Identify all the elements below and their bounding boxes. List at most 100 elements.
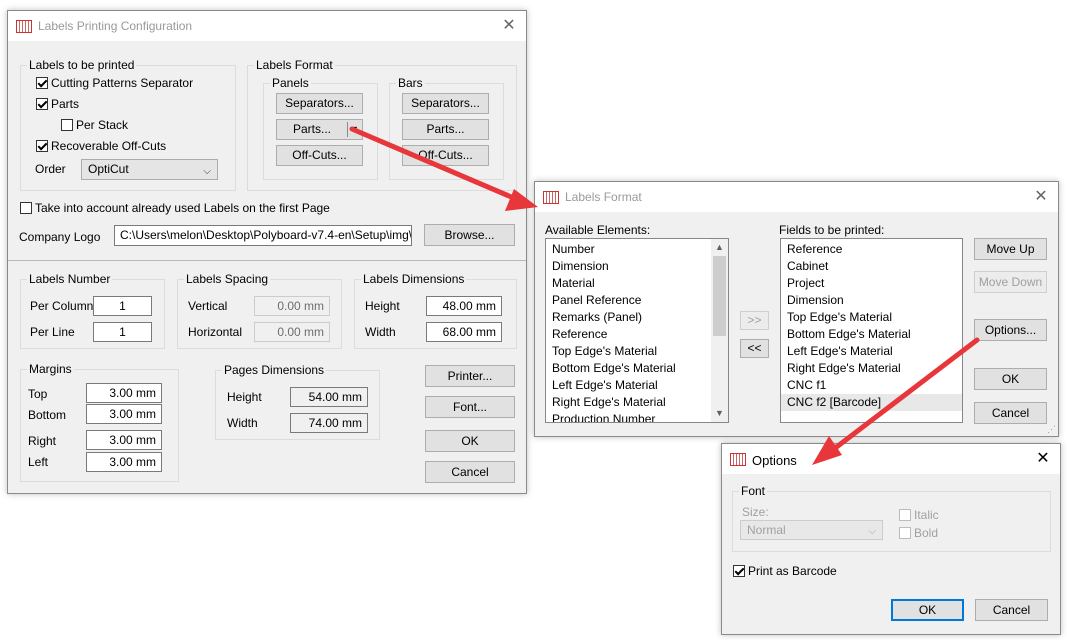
group-label: Labels Dimensions (361, 272, 467, 286)
margin-left-label: Left (28, 455, 49, 469)
fields-to-be-printed-label: Fields to be printed: (779, 223, 885, 237)
per-column-input[interactable]: 1 (93, 296, 152, 316)
size-label: Size: (742, 505, 769, 519)
page-width-label: Width (227, 416, 258, 430)
remove-field-button[interactable]: << (740, 339, 769, 358)
list-item[interactable]: Left Edge's Material (781, 343, 962, 360)
per-line-input[interactable]: 1 (93, 322, 152, 342)
list-item[interactable]: Bottom Edge's Material (546, 360, 711, 377)
size-value: Normal (747, 523, 786, 537)
close-icon[interactable]: ✕ (1032, 448, 1054, 470)
panels-separators-button[interactable]: Separators... (276, 93, 363, 114)
list-item[interactable]: CNC f1 (781, 377, 962, 394)
company-logo-input[interactable]: C:\Users\melon\Desktop\Polyboard-v7.4-en… (114, 225, 412, 246)
cancel-button[interactable]: Cancel (974, 402, 1047, 424)
label-height-input[interactable]: 48.00 mm (426, 296, 502, 316)
list-item[interactable]: Left Edge's Material (546, 377, 711, 394)
list-item[interactable]: Right Edge's Material (781, 360, 962, 377)
group-label: Labels Format (254, 58, 335, 72)
margin-bottom-label: Bottom (28, 408, 67, 422)
close-icon[interactable]: ✕ (1030, 186, 1052, 208)
margin-top-input[interactable]: 3.00 mm (86, 383, 162, 403)
ok-button[interactable]: OK (974, 368, 1047, 390)
cutting-patterns-checkbox[interactable] (36, 77, 48, 89)
size-select[interactable]: Normal ⌵ (740, 520, 883, 540)
bars-separators-button[interactable]: Separators... (402, 93, 489, 114)
margin-bottom-input[interactable]: 3.00 mm (86, 404, 162, 424)
list-item[interactable]: Right Edge's Material (546, 394, 711, 411)
list-item[interactable]: Remarks (Panel) (546, 309, 711, 326)
ok-button[interactable]: OK (891, 599, 964, 621)
label-width-input[interactable]: 68.00 mm (426, 322, 502, 342)
available-elements-list[interactable]: Number Dimension Material Panel Reference Re… (545, 238, 729, 423)
ok-button[interactable]: OK (425, 430, 515, 452)
group-label: Labels Number (27, 272, 113, 286)
bars-parts-button[interactable]: Parts... (402, 119, 489, 140)
add-field-button[interactable]: >> (740, 311, 769, 330)
list-item[interactable]: Cabinet (781, 258, 962, 275)
chevron-down-icon: ⌵ (203, 166, 211, 177)
list-item[interactable]: Dimension (546, 258, 711, 275)
per-stack-checkbox[interactable] (61, 119, 73, 131)
divider (8, 260, 526, 261)
list-item[interactable]: Bottom Edge's Material (781, 326, 962, 343)
page-height-input[interactable]: 54.00 mm (290, 387, 368, 407)
list-item[interactable]: Top Edge's Material (546, 343, 711, 360)
list-item[interactable]: Panel Reference (546, 292, 711, 309)
move-up-button[interactable]: Move Up (974, 238, 1047, 260)
vertical-spacing-input[interactable]: 0.00 mm (254, 296, 330, 316)
list-item[interactable]: Dimension (781, 292, 962, 309)
take-into-account-checkbox[interactable] (20, 202, 32, 214)
options-button[interactable]: Options... (974, 319, 1047, 341)
group-label: Pages Dimensions (222, 363, 327, 377)
available-items: Number Dimension Material Panel Reference Re… (546, 241, 711, 422)
list-item[interactable]: Top Edge's Material (781, 309, 962, 326)
bold-checkbox[interactable] (899, 527, 911, 539)
margin-right-label: Right (28, 434, 57, 448)
print-as-barcode-label: Print as Barcode (748, 564, 837, 578)
cancel-button[interactable]: Cancel (975, 599, 1048, 621)
close-icon[interactable]: ✕ (498, 15, 520, 37)
list-item[interactable]: Reference (546, 326, 711, 343)
scroll-down-icon[interactable]: ▼ (711, 405, 728, 422)
cancel-button[interactable]: Cancel (425, 461, 515, 483)
group-label: Bars (396, 76, 425, 90)
move-down-button[interactable]: Move Down (974, 271, 1047, 293)
margin-left-input[interactable]: 3.00 mm (86, 452, 162, 472)
app-icon (16, 20, 32, 33)
group-label: Labels Spacing (184, 272, 271, 286)
group-label: Font (739, 484, 768, 498)
list-item[interactable]: Production Number (546, 411, 711, 422)
bars-offcuts-button[interactable]: Off-Cuts... (402, 145, 489, 166)
labels-printing-configuration-window: Labels Printing Configuration ✕ Labels t… (7, 10, 527, 494)
browse-button[interactable]: Browse... (424, 224, 515, 246)
italic-checkbox[interactable] (899, 509, 911, 521)
panels-offcuts-button[interactable]: Off-Cuts... (276, 145, 363, 166)
group-label: Labels to be printed (27, 58, 137, 72)
horizontal-spacing-input[interactable]: 0.00 mm (254, 322, 330, 342)
resize-grip-icon[interactable]: ⋰ (1047, 424, 1056, 435)
scrollbar[interactable]: ▲ ▼ (711, 239, 728, 422)
scroll-up-icon[interactable]: ▲ (711, 239, 728, 256)
list-item[interactable]: Project (781, 275, 962, 292)
recoverable-offcuts-checkbox[interactable] (36, 140, 48, 152)
list-item[interactable]: Material (546, 275, 711, 292)
page-width-input[interactable]: 74.00 mm (290, 413, 368, 433)
list-item[interactable]: Number (546, 241, 711, 258)
list-item[interactable]: Reference (781, 241, 962, 258)
label-height-label: Height (365, 299, 400, 313)
printer-button[interactable]: Printer... (425, 365, 515, 387)
dropdown-separator (347, 122, 348, 137)
page-height-label: Height (227, 390, 262, 404)
font-button[interactable]: Font... (425, 396, 515, 418)
parts-checkbox[interactable] (36, 98, 48, 110)
fields-to-be-printed-list[interactable]: Reference Cabinet Project Dimension Top Edge… (780, 238, 963, 423)
list-item[interactable]: CNC f2 [Barcode] (781, 394, 962, 411)
order-select[interactable]: OptiCut ⌵ (81, 159, 218, 180)
panels-parts-button[interactable]: Parts... ▼ (276, 119, 363, 140)
scroll-thumb[interactable] (713, 256, 726, 336)
print-as-barcode-checkbox[interactable] (733, 565, 745, 577)
margin-right-input[interactable]: 3.00 mm (86, 430, 162, 450)
label-width-label: Width (365, 325, 396, 339)
window-title: Labels Printing Configuration (38, 19, 193, 33)
